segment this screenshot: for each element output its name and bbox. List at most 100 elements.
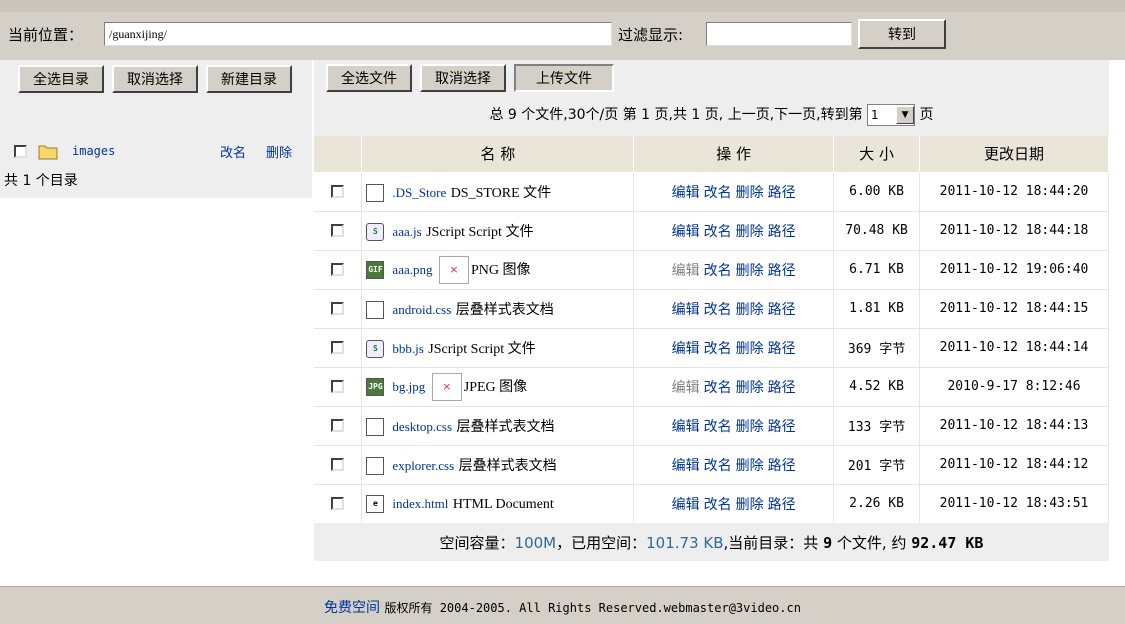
rename-link[interactable]: 改名 [704,380,732,396]
delete-link[interactable]: 删除 [736,419,764,435]
cancel-select-dirs-button[interactable]: 取消选择 [112,65,198,93]
file-toolbar: 全选文件 取消选择 上传文件 [314,60,1109,96]
dir-name-link[interactable]: images [72,144,115,158]
delete-link[interactable]: 删除 [736,185,764,201]
path-link[interactable]: 路径 [768,302,796,318]
file-type: PNG 图像 [470,262,531,278]
folder-icon [38,143,58,164]
cancel-select-files-button[interactable]: 取消选择 [420,64,506,92]
file-name-link[interactable]: bg.jpg [392,379,425,394]
dir-rename-link[interactable]: 改名 [220,142,246,161]
edit-link: 编辑 [671,379,700,396]
rename-link[interactable]: 改名 [704,341,732,357]
file-checkbox[interactable] [331,341,345,354]
file-count-value: 9 [823,534,833,552]
free-space-link[interactable]: 免费空间 [324,600,380,616]
file-name-link[interactable]: aaa.js [392,224,421,239]
document-icon [366,456,385,475]
file-name-link[interactable]: explorer.css [392,458,454,473]
file-type: JScript Script 文件 [428,341,536,357]
select-all-dirs-button[interactable]: 全选目录 [18,65,104,93]
file-checkbox[interactable] [331,302,345,315]
rename-link[interactable]: 改名 [704,263,732,279]
header-name: 名 称 [361,136,635,173]
edit-link: 编辑 [671,262,700,279]
delete-link[interactable]: 删除 [736,380,764,396]
file-checkbox[interactable] [331,497,345,510]
dir-delete-link[interactable]: 删除 [266,142,292,161]
file-date: 2011-10-12 18:44:12 [919,445,1109,485]
delete-link[interactable]: 删除 [736,458,764,474]
path-link[interactable]: 路径 [768,458,796,474]
rename-link[interactable]: 改名 [704,224,732,240]
file-date: 2010-9-17 8:12:46 [919,367,1109,407]
file-name-link[interactable]: .DS_Store [392,185,446,200]
rename-link[interactable]: 改名 [704,497,732,513]
edit-link[interactable]: 编辑 [672,497,700,513]
rename-link[interactable]: 改名 [704,458,732,474]
select-all-files-button[interactable]: 全选文件 [326,64,412,92]
path-link[interactable]: 路径 [768,380,796,396]
directory-toolbar: 全选目录 取消选择 新建目录 [0,60,312,138]
file-checkbox[interactable] [331,224,345,237]
script-icon: S [366,222,385,241]
upload-button[interactable]: 上传文件 [514,64,614,92]
directory-panel: 全选目录 取消选择 新建目录 images 改名 删除 共 1 个目录 [0,60,312,586]
file-date: 2011-10-12 18:44:13 [919,406,1109,446]
delete-link[interactable]: 删除 [736,302,764,318]
file-type: 层叠样式表文档 [455,302,554,318]
file-name-link[interactable]: index.html [392,496,448,511]
path-link[interactable]: 路径 [768,419,796,435]
path-link[interactable]: 路径 [768,497,796,513]
dir-checkbox[interactable] [14,145,27,158]
dir-count: 共 1 个目录 [0,166,312,198]
edit-link[interactable]: 编辑 [672,419,700,435]
goto-button[interactable]: 转到 [858,19,946,49]
file-checkbox[interactable] [331,263,345,276]
delete-link[interactable]: 删除 [736,341,764,357]
rename-link[interactable]: 改名 [704,419,732,435]
filter-input[interactable] [706,22,852,46]
path-link[interactable]: 路径 [768,341,796,357]
file-name-link[interactable]: aaa.png [392,262,432,277]
delete-link[interactable]: 删除 [736,497,764,513]
file-checkbox[interactable] [331,458,345,471]
broken-image-icon: × [431,372,462,401]
path-link[interactable]: 路径 [768,185,796,201]
html-document-icon: e [366,494,385,513]
file-checkbox[interactable] [331,185,345,198]
file-name-link[interactable]: android.css [392,302,451,317]
edit-link[interactable]: 编辑 [672,185,700,201]
script-icon: S [366,339,385,358]
gif-image-icon: GIF [366,260,385,279]
file-size: 6.71 KB [833,250,921,290]
copyright-text: 版权所有 2004-2005. All Rights Reserved.webm… [384,601,801,615]
file-name-link[interactable]: bbb.js [392,341,423,356]
delete-link[interactable]: 删除 [736,224,764,240]
new-dir-button[interactable]: 新建目录 [206,65,292,93]
file-checkbox[interactable] [331,419,345,432]
rename-link[interactable]: 改名 [704,185,732,201]
edit-link[interactable]: 编辑 [672,302,700,318]
file-date: 2011-10-12 19:06:40 [919,250,1109,290]
capacity-value: 100M [514,534,557,552]
file-name-link[interactable]: desktop.css [392,419,452,434]
file-checkbox[interactable] [331,380,345,393]
path-link[interactable]: 路径 [768,263,796,279]
file-size: 70.48 KB [833,211,921,251]
file-type: 层叠样式表文档 [456,419,555,435]
file-size: 1.81 KB [833,289,921,329]
path-input[interactable] [104,22,612,46]
edit-link[interactable]: 编辑 [672,224,700,240]
file-size: 4.52 KB [833,367,921,407]
file-type: DS_STORE 文件 [450,185,552,201]
space-summary: 空间容量：100M，已用空间：101.73 KB,当前目录：共 9 个文件, 约… [314,523,1109,561]
edit-link[interactable]: 编辑 [672,341,700,357]
chevron-down-icon[interactable]: ▼ [896,106,915,124]
delete-link[interactable]: 删除 [736,263,764,279]
page-select[interactable]: 1 ▼ [867,104,916,126]
path-link[interactable]: 路径 [768,224,796,240]
edit-link[interactable]: 编辑 [672,458,700,474]
rename-link[interactable]: 改名 [704,302,732,318]
used-space-value: 101.73 KB [646,534,724,552]
